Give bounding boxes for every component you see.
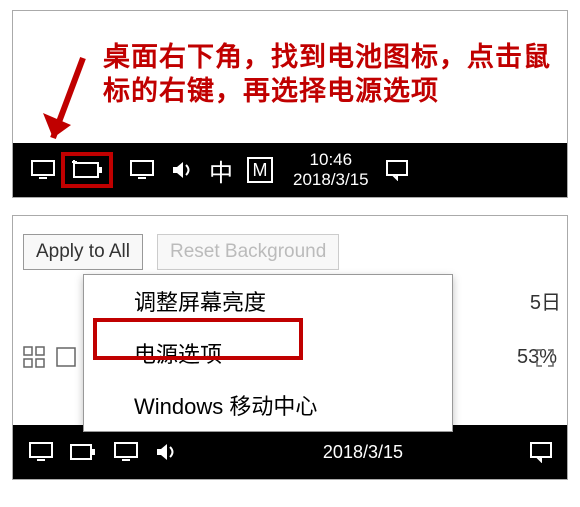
ime-mode-indicator[interactable]: M (247, 157, 273, 183)
menu-item-brightness[interactable]: 调整屏幕亮度 (84, 275, 452, 327)
notification-icon[interactable] (529, 441, 553, 463)
ime-chinese-indicator[interactable]: 中 (209, 153, 233, 188)
network-icon[interactable] (129, 159, 155, 181)
instruction-text: 桌面右下角，找到电池图标，点击鼠标的右键，再选择电源选项 (103, 41, 563, 109)
expand-icon[interactable] (535, 348, 555, 368)
volume-icon[interactable] (171, 160, 195, 180)
clock-time: 10:46 (293, 150, 369, 170)
background-date-fragment: 5日 (530, 286, 561, 315)
notification-icon[interactable] (385, 159, 409, 181)
clock-date: 2018/3/15 (293, 170, 369, 190)
battery-context-menu: 调整屏幕亮度 电源选项 Windows 移动中心 (83, 274, 453, 432)
clock-date[interactable]: 2018/3/15 (323, 442, 403, 463)
battery-icon[interactable] (69, 443, 97, 461)
panel-instruction: 桌面右下角，找到电池图标，点击鼠标的右键，再选择电源选项 中 M 10:46 2… (12, 10, 568, 198)
clock[interactable]: 10:46 2018/3/15 (293, 150, 369, 189)
volume-icon[interactable] (155, 442, 179, 462)
network-icon[interactable] (113, 441, 139, 463)
battery-icon-highlighted[interactable] (61, 152, 113, 188)
taskbar-top: 中 M 10:46 2018/3/15 (13, 143, 567, 197)
menu-item-mobility-center[interactable]: Windows 移动中心 (84, 379, 452, 431)
reset-background-button[interactable]: Reset Background (157, 234, 339, 270)
apply-to-all-button[interactable]: Apply to All (23, 234, 143, 270)
view-icons (23, 346, 77, 368)
taskbar-bottom: 2018/3/15 (13, 425, 567, 479)
monitor-icon[interactable] (29, 160, 57, 180)
grid-view-icon[interactable] (23, 346, 45, 368)
panel-context-menu: Apply to All Reset Background 5日 调整屏幕亮度 … (12, 215, 568, 480)
monitor-icon[interactable] (29, 442, 53, 462)
single-view-icon[interactable] (55, 346, 77, 368)
menu-item-power-options[interactable]: 电源选项 (84, 327, 452, 379)
app-toolbar: Apply to All Reset Background (23, 234, 339, 270)
